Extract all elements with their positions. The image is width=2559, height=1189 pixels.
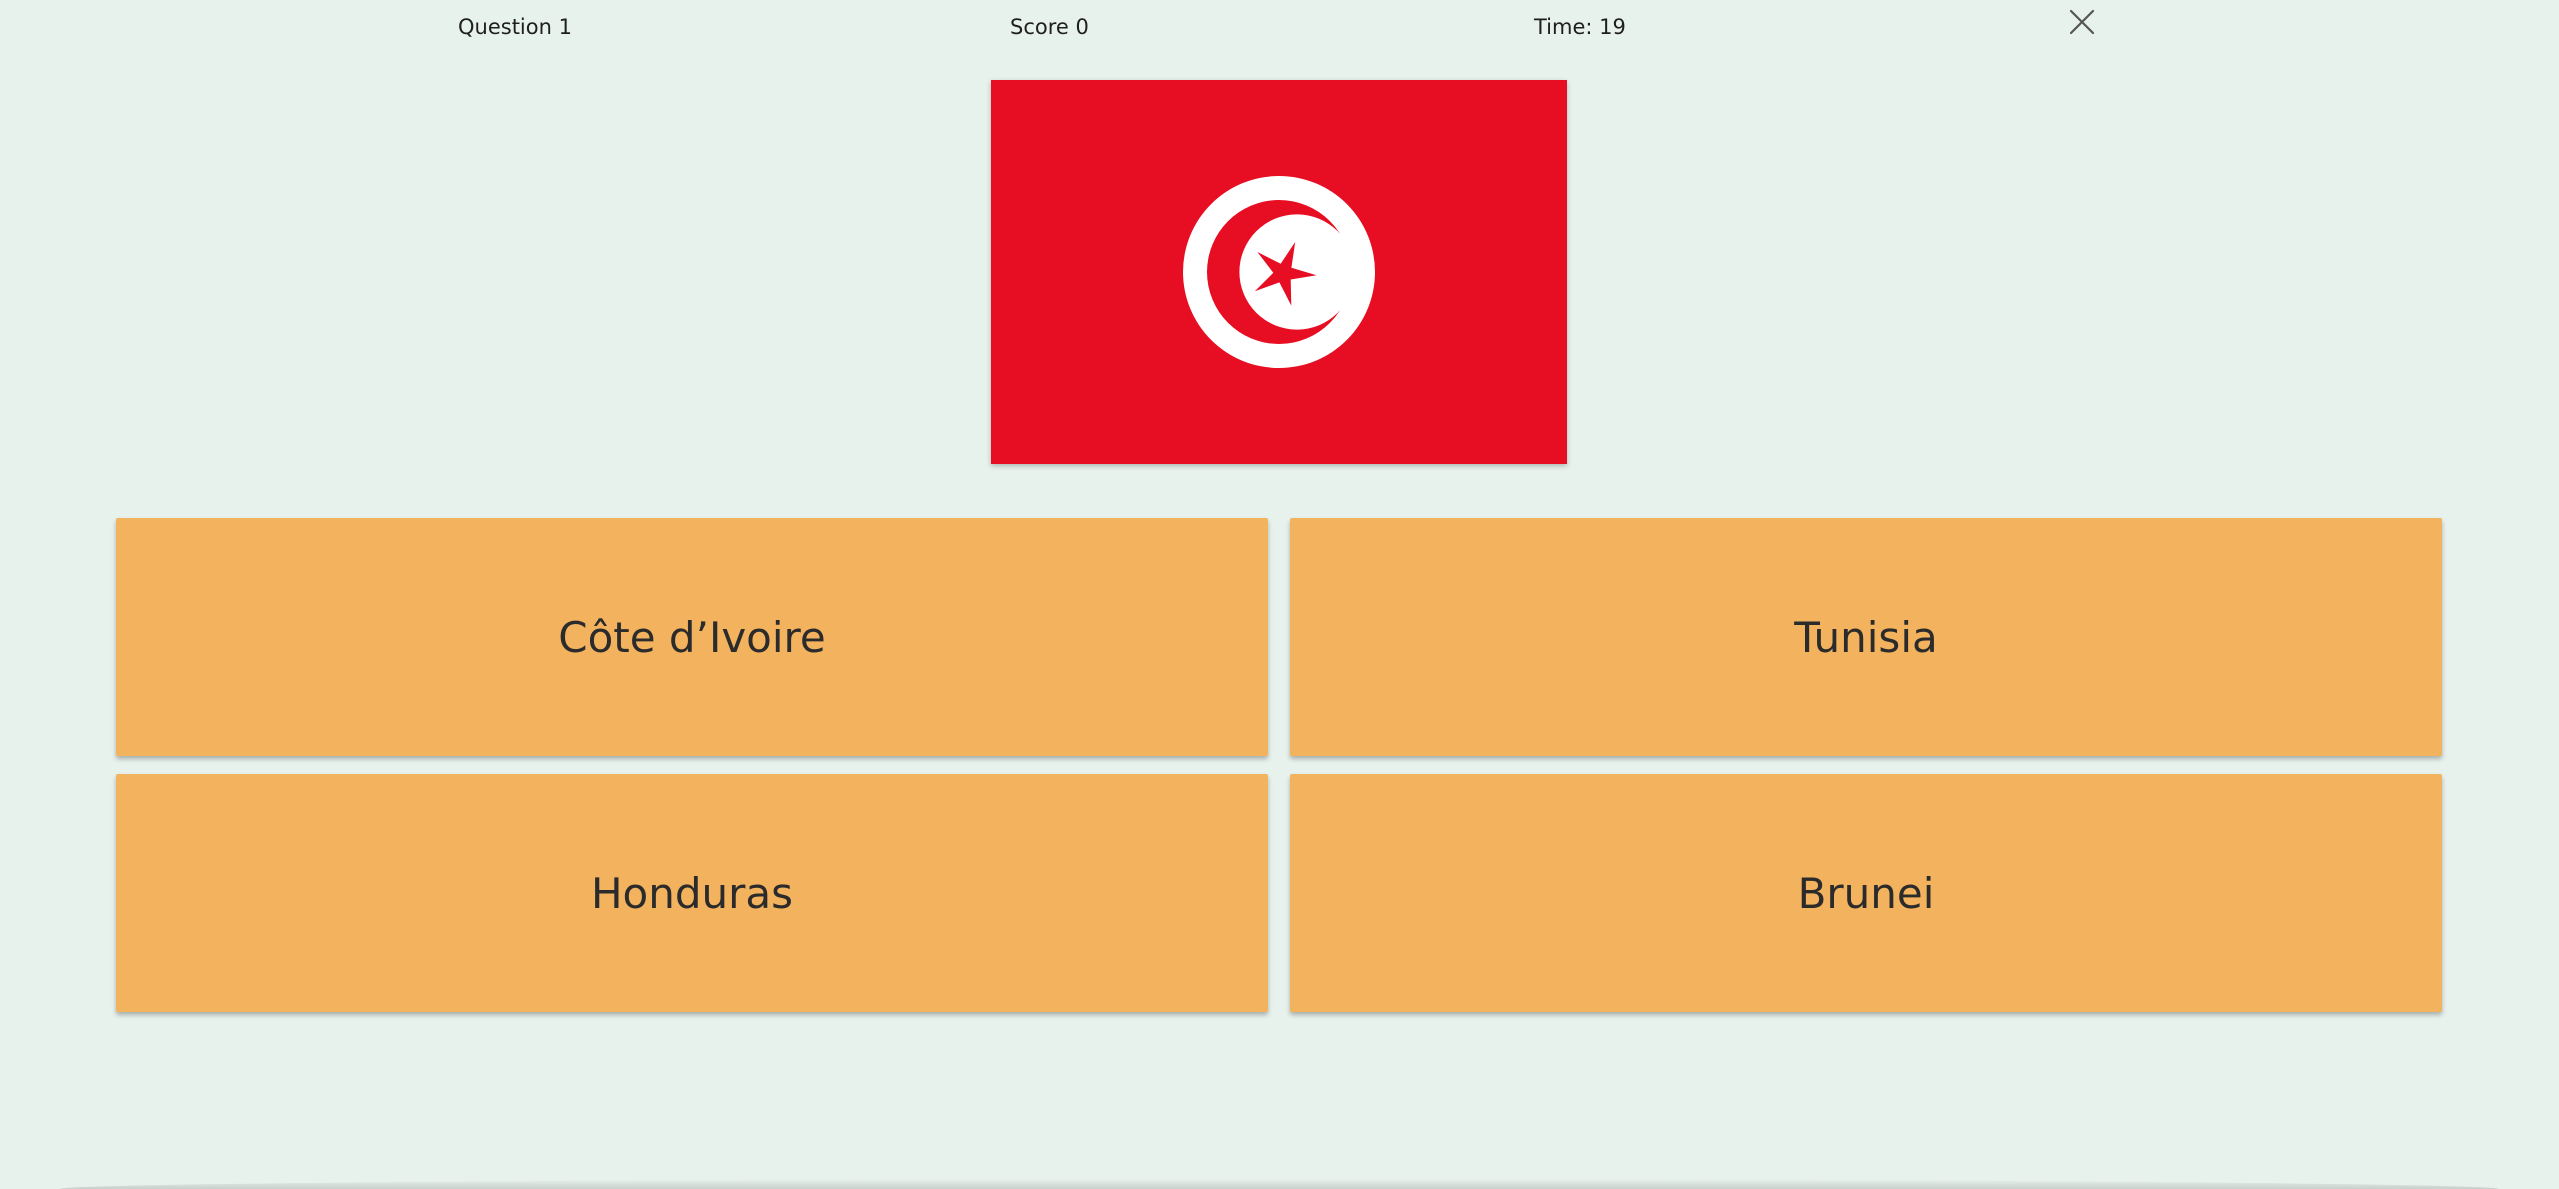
close-button[interactable] [2069,9,2095,35]
answer-option-1[interactable]: Côte d’Ivoire [116,518,1268,756]
tunisia-flag [991,80,1567,464]
flag-image [991,80,1567,464]
timer-display: Time: 19 [1534,15,1626,39]
answer-option-3[interactable]: Honduras [116,774,1268,1012]
close-icon [2069,9,2095,35]
answer-grid: Côte d’Ivoire Tunisia Honduras Brunei [116,518,2442,1012]
answer-option-2[interactable]: Tunisia [1290,518,2442,756]
score-display: Score 0 [1010,15,1089,39]
bottom-shadow-divider [60,1179,2499,1189]
question-counter: Question 1 [458,15,572,39]
answer-option-4[interactable]: Brunei [1290,774,2442,1012]
